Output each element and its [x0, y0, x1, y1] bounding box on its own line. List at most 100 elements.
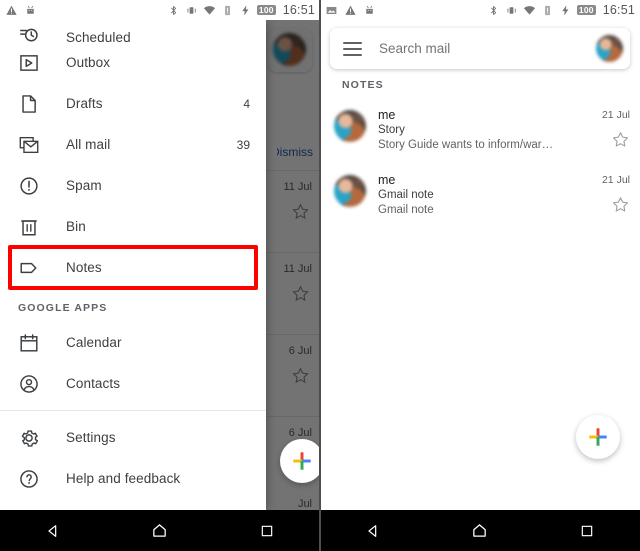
status-icons-left — [5, 4, 37, 17]
drawer-divider — [0, 410, 266, 411]
scheduled-clock-icon — [20, 28, 38, 42]
list-header-notes: NOTES — [342, 79, 384, 91]
home-button[interactable] — [143, 514, 177, 548]
wifi-icon — [203, 5, 215, 15]
sidebar-item-calendar[interactable]: Calendar — [0, 322, 266, 363]
status-bar: 100 16:51 — [320, 0, 640, 20]
phone-screenshot-left: Dismiss 11 Jul 11 Jul 6 Jul d 6 Jul Jul — [0, 0, 320, 551]
sidebar-item-scheduled[interactable]: Scheduled — [0, 20, 266, 42]
drafts-file-icon — [22, 94, 36, 113]
sidebar-item-settings[interactable]: Settings — [0, 417, 266, 458]
status-bar: 100 16:51 — [0, 0, 320, 20]
avatar[interactable] — [334, 110, 366, 142]
screenshot-seam — [319, 0, 321, 551]
back-triangle-icon — [368, 524, 377, 537]
home-button[interactable] — [463, 514, 497, 548]
notes-label-view: Search mail NOTES me Story Story Guide w… — [320, 20, 640, 510]
sidebar-item-bin[interactable]: Bin — [0, 206, 266, 247]
help-question-icon — [20, 469, 38, 488]
charging-bolt-icon — [562, 4, 569, 16]
sidebar-item-spam[interactable]: Spam — [0, 165, 266, 206]
navigation-drawer: Scheduled Outbox Drafts 4 All mail 39 Sp… — [0, 20, 266, 510]
star-outline-icon[interactable] — [611, 195, 630, 214]
mail-content: me Story Story Guide wants to inform/war… — [378, 108, 580, 153]
recents-button[interactable] — [250, 514, 284, 548]
mail-date: 21 Jul — [601, 109, 630, 121]
mail-subject: Gmail note — [378, 189, 434, 201]
android-nav-bar — [0, 510, 320, 551]
mail-snippet: Gmail note — [378, 204, 434, 216]
recents-square-icon — [261, 525, 272, 536]
star-outline-icon[interactable] — [611, 130, 630, 149]
vibrate-icon — [187, 6, 196, 14]
sidebar-item-label: All mail — [66, 137, 111, 152]
hamburger-menu-icon[interactable] — [343, 41, 362, 56]
clock: 16:51 — [282, 3, 315, 17]
sidebar-item-label: Notes — [66, 260, 102, 275]
battery-level: 100 — [256, 5, 276, 15]
label-tag-icon — [20, 262, 37, 273]
sidebar-item-drafts[interactable]: Drafts 4 — [0, 83, 266, 124]
sidebar-item-label: Outbox — [66, 55, 111, 70]
sidebar-item-help-and-feedback[interactable]: Help and feedback — [0, 458, 266, 499]
mail-sender: me — [378, 108, 396, 122]
back-button[interactable] — [356, 514, 390, 548]
mail-meta: 21 Jul — [580, 173, 630, 218]
table-row[interactable]: me Gmail note Gmail note 21 Jul — [320, 163, 640, 228]
sidebar-item-contacts[interactable]: Contacts — [0, 363, 266, 404]
sidebar-item-label: Help and feedback — [66, 471, 181, 486]
google-plus-compose-icon — [589, 428, 607, 446]
sidebar-item-count: 4 — [243, 96, 250, 111]
sim-alert-icon — [224, 5, 230, 15]
battery-level: 100 — [576, 5, 596, 15]
google-plus-compose-icon — [293, 452, 311, 470]
sidebar-item-count: 39 — [236, 137, 250, 152]
status-icons-right: 100 16:51 — [487, 3, 635, 17]
mail-list: me Story Story Guide wants to inform/war… — [320, 98, 640, 228]
clock: 16:51 — [602, 3, 635, 17]
spam-alert-icon — [20, 176, 38, 195]
warning-icon — [6, 5, 17, 15]
android-nav-bar — [320, 510, 640, 551]
sidebar-item-label: Spam — [66, 178, 102, 193]
home-pentagon-icon — [473, 524, 487, 537]
outbox-send-icon — [20, 54, 38, 71]
sidebar-item-notes[interactable]: Notes — [0, 247, 266, 288]
mail-snippet: Story Guide wants to inform/warn pa... — [378, 139, 554, 151]
sidebar-item-label: Scheduled — [66, 30, 131, 42]
phone-screenshot-right: Search mail NOTES me Story Story Guide w… — [320, 0, 640, 551]
section-header-google-apps: GOOGLE APPS — [18, 302, 108, 314]
status-icons-right: 100 16:51 — [167, 3, 315, 17]
back-triangle-icon — [48, 524, 57, 537]
sim-alert-icon — [544, 5, 550, 15]
search-input[interactable]: Search mail — [379, 41, 450, 56]
sidebar-item-label: Drafts — [66, 96, 103, 111]
bluetooth-icon — [490, 5, 497, 15]
all-mail-icon — [19, 136, 39, 153]
back-button[interactable] — [36, 514, 70, 548]
recents-square-icon — [581, 525, 592, 536]
mail-content: me Gmail note Gmail note — [378, 173, 580, 218]
compose-fab[interactable] — [576, 415, 620, 459]
sidebar-item-label: Calendar — [66, 335, 122, 350]
avatar[interactable] — [596, 35, 623, 62]
sidebar-item-outbox[interactable]: Outbox — [0, 42, 266, 83]
vibrate-icon — [507, 6, 516, 14]
bin-trash-icon — [20, 219, 38, 236]
compose-fab[interactable] — [280, 439, 320, 483]
mail-sender: me — [378, 173, 396, 187]
mail-meta: 21 Jul — [580, 108, 630, 153]
sidebar-item-label: Contacts — [66, 376, 121, 391]
recents-button[interactable] — [570, 514, 604, 548]
table-row[interactable]: me Story Story Guide wants to inform/war… — [320, 98, 640, 163]
calendar-icon — [20, 333, 38, 352]
home-pentagon-icon — [153, 524, 167, 537]
warning-icon — [345, 5, 356, 15]
android-debug-icon — [27, 5, 34, 14]
image-icon — [326, 6, 337, 14]
avatar[interactable] — [334, 175, 366, 207]
search-bar[interactable]: Search mail — [330, 28, 630, 69]
mail-subject: Story — [378, 124, 405, 136]
mail-date: 21 Jul — [601, 174, 630, 186]
sidebar-item-all-mail[interactable]: All mail 39 — [0, 124, 266, 165]
